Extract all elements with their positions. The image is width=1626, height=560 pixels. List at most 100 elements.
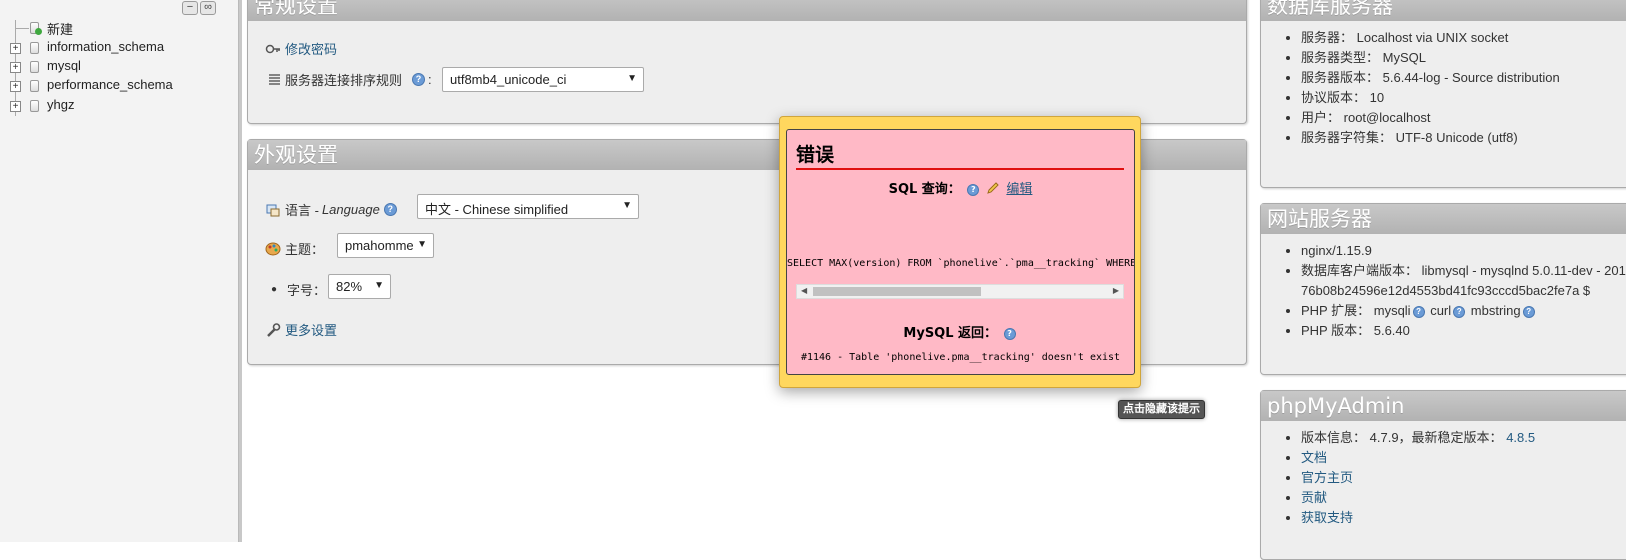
collation-value: utf8mb4_unicode_ci bbox=[450, 72, 567, 87]
more-settings-row: 更多设置 bbox=[265, 320, 337, 339]
help-icon[interactable]: ? bbox=[967, 183, 980, 196]
list-item: 数据库客户端版本： libmysql - mysqlnd 5.0.11-dev … bbox=[1301, 261, 1626, 281]
tree-item-information-schema[interactable]: + information_schema bbox=[0, 38, 236, 58]
web-server-list: nginx/1.15.9 数据库客户端版本： libmysql - mysqln… bbox=[1261, 241, 1626, 341]
item-value: 10 bbox=[1369, 90, 1385, 105]
php-ext-mbstring: mbstring bbox=[1470, 303, 1521, 318]
navigation-resizer[interactable] bbox=[238, 0, 242, 542]
item-value: 5.6.44-log - Source distribution bbox=[1382, 70, 1560, 85]
list-item: 服务器版本： 5.6.44-log - Source distribution bbox=[1301, 68, 1626, 88]
tree-item-performance-schema[interactable]: + performance_schema bbox=[0, 76, 236, 96]
palette-icon bbox=[265, 241, 281, 257]
item-value: 4.7.9，最新稳定版本： bbox=[1369, 430, 1503, 445]
plus-badge-icon bbox=[35, 28, 42, 35]
tree-item-label: 新建 bbox=[47, 22, 74, 37]
tree-item-label: information_schema bbox=[47, 39, 165, 54]
item-value: 76b08b24596e12d4553bd41fc93cccd5bac2fe7a… bbox=[1301, 283, 1591, 298]
font-size-value: 82% bbox=[336, 279, 363, 294]
php-ext-curl: curl bbox=[1430, 303, 1452, 318]
wrench-icon bbox=[265, 322, 281, 338]
expand-icon[interactable]: + bbox=[10, 81, 21, 92]
change-password-link[interactable]: 修改密码 bbox=[285, 39, 337, 58]
tree-item-mysql[interactable]: + mysql bbox=[0, 57, 236, 77]
list-item: 官方主页 bbox=[1301, 468, 1626, 488]
sql-query-label: SQL 查询： bbox=[888, 182, 961, 197]
theme-row: 主题： bbox=[265, 239, 324, 258]
list-item: 用户： root@localhost bbox=[1301, 108, 1626, 128]
edit-link[interactable]: 编辑 bbox=[1006, 182, 1032, 197]
expand-icon[interactable]: + bbox=[10, 101, 21, 112]
help-icon[interactable]: ? bbox=[1003, 327, 1016, 340]
item-label: PHP 扩展： bbox=[1301, 303, 1371, 318]
help-icon[interactable]: ? bbox=[383, 203, 397, 216]
item-label: 服务器字符集： bbox=[1301, 130, 1393, 145]
docs-link[interactable]: 文档 bbox=[1301, 450, 1327, 465]
list-item-continuation: 76b08b24596e12d4553bd41fc93cccd5bac2fe7a… bbox=[1301, 281, 1626, 301]
mysql-return-label: MySQL 返回： bbox=[903, 326, 998, 341]
dropdown-arrow-icon: ▼ bbox=[622, 200, 632, 211]
font-size-select[interactable]: 82% ▼ bbox=[328, 274, 391, 299]
language-label: 语言 - bbox=[285, 203, 319, 218]
database-icon bbox=[30, 61, 39, 73]
database-icon bbox=[30, 100, 39, 112]
homepage-link[interactable]: 官方主页 bbox=[1301, 470, 1353, 485]
latest-version-link[interactable]: 4.8.5 bbox=[1506, 430, 1535, 445]
phpmyadmin-panel: phpMyAdmin 版本信息： 4.7.9，最新稳定版本： 4.8.5 文档 … bbox=[1260, 390, 1626, 560]
collation-select[interactable]: utf8mb4_unicode_ci ▼ bbox=[442, 67, 644, 92]
database-icon bbox=[30, 80, 39, 92]
theme-select[interactable]: pmahomme ▼ bbox=[337, 233, 434, 258]
list-item: PHP 扩展： mysqli? curl? mbstring? bbox=[1301, 301, 1626, 321]
expand-icon[interactable]: + bbox=[10, 43, 21, 54]
tree-item-label: mysql bbox=[47, 58, 81, 73]
list-item: 贡献 bbox=[1301, 488, 1626, 508]
change-password-row: 修改密码 bbox=[265, 39, 337, 58]
error-notification[interactable]: 错误 SQL 查询： ? 编辑 SELECT MAX(version) FROM… bbox=[779, 116, 1141, 388]
nginx-version: nginx/1.15.9 bbox=[1301, 243, 1372, 258]
support-link[interactable]: 获取支持 bbox=[1301, 510, 1353, 525]
item-label: 服务器类型： bbox=[1301, 50, 1380, 65]
language-icon bbox=[265, 202, 281, 218]
phpmyadmin-title: phpMyAdmin bbox=[1261, 391, 1626, 421]
help-icon[interactable]: ? bbox=[1453, 305, 1466, 318]
link-icon[interactable]: ∞ bbox=[200, 1, 216, 15]
php-ext-mysqli: mysqli bbox=[1373, 303, 1411, 318]
list-item: 获取支持 bbox=[1301, 508, 1626, 528]
dropdown-arrow-icon: ▼ bbox=[627, 73, 637, 84]
theme-label: 主题： bbox=[285, 242, 325, 257]
item-value: UTF-8 Unicode (utf8) bbox=[1395, 130, 1518, 145]
error-title: 错误 bbox=[796, 140, 1124, 170]
language-select[interactable]: 中文 - Chinese simplified ▼ bbox=[417, 194, 639, 219]
list-item: nginx/1.15.9 bbox=[1301, 241, 1626, 261]
list-item: 服务器： Localhost via UNIX socket bbox=[1301, 28, 1626, 48]
scroll-left-icon[interactable]: ◀ bbox=[801, 286, 807, 295]
tree-item-yhgz[interactable]: + yhgz bbox=[0, 96, 236, 116]
horizontal-scrollbar[interactable]: ◀ ▶ bbox=[796, 284, 1124, 299]
help-icon[interactable]: ? bbox=[412, 73, 426, 86]
contribute-link[interactable]: 贡献 bbox=[1301, 490, 1327, 505]
item-label: 服务器： bbox=[1301, 30, 1354, 45]
item-value: libmysql - mysqlnd 5.0.11-dev - 20120503… bbox=[1421, 263, 1626, 278]
item-value: MySQL bbox=[1382, 50, 1426, 65]
error-message: #1146 - Table 'phonelive.pma__tracking' … bbox=[800, 352, 1121, 363]
help-icon[interactable]: ? bbox=[1412, 305, 1425, 318]
tree-item-label: performance_schema bbox=[47, 77, 173, 92]
tree-item-label: yhgz bbox=[47, 97, 75, 112]
more-settings-link[interactable]: 更多设置 bbox=[285, 320, 337, 339]
item-label: PHP 版本： bbox=[1301, 323, 1371, 338]
list-item: 文档 bbox=[1301, 448, 1626, 468]
item-value: 5.6.40 bbox=[1373, 323, 1410, 338]
list-item: 版本信息： 4.7.9，最新稳定版本： 4.8.5 bbox=[1301, 428, 1626, 448]
key-icon bbox=[265, 41, 281, 57]
item-label: 版本信息： bbox=[1301, 430, 1367, 445]
help-icon[interactable]: ? bbox=[1522, 305, 1535, 318]
scrollbar-thumb[interactable] bbox=[813, 287, 981, 296]
font-size-row: ● 字号： bbox=[271, 280, 326, 299]
item-label: 协议版本： bbox=[1301, 90, 1367, 105]
scroll-right-icon[interactable]: ▶ bbox=[1113, 286, 1119, 295]
hide-hint-tooltip: 点击隐藏该提示 bbox=[1118, 400, 1205, 419]
expand-icon[interactable]: + bbox=[10, 62, 21, 73]
list-icon bbox=[268, 72, 281, 88]
collation-label: 服务器连接排序规则 bbox=[285, 73, 403, 88]
tree-item-new[interactable]: 新建 bbox=[0, 18, 236, 38]
collapse-all-icon[interactable]: − bbox=[182, 1, 198, 15]
